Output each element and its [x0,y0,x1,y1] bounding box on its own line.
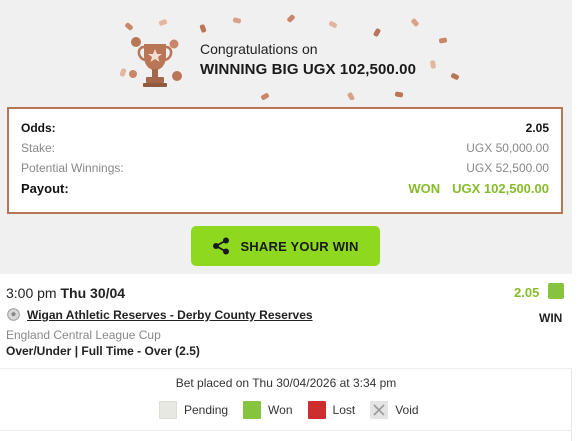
market-selection: Over/Under | Full Time - Over (2.5) [6,344,200,358]
confetti-piece [260,92,270,100]
confetti-piece [199,23,207,34]
legend-pending-label: Pending [184,403,229,417]
divider [0,430,572,431]
share-button-label: SHARE YOUR WIN [240,238,359,254]
legend-pending: Pending [159,401,228,419]
legend-void-label: Void [395,403,419,417]
event-time-value: 3:00 pm [6,285,57,301]
trophy-icon [127,34,183,92]
confetti-piece [158,18,168,27]
soccer-ball-icon [7,308,20,326]
legend-won-label: Won [268,403,293,417]
lost-swatch [307,401,326,419]
selection-result: WIN [539,311,563,325]
congrats-text: Congratulations on [200,41,318,57]
payout-value-group: WON UGX 102,500.00 [408,181,549,196]
league-name: England Central League Cup [6,328,161,342]
pending-swatch [159,401,177,419]
confetti-piece [438,37,448,44]
payout-value: UGX 102,500.00 [452,181,549,196]
won-swatch [243,401,262,419]
confetti-piece [124,22,134,31]
legend-void: Void [370,401,419,419]
potential-winnings-value: UGX 52,500.00 [466,161,549,175]
header-area: Congratulations on WINNING BIG UGX 102,5… [0,0,572,274]
void-swatch-icon [370,401,389,419]
status-legend: Pending Won Lost Void [159,401,434,419]
match-link[interactable]: Wigan Athletic Reserves - Derby County R… [27,308,313,322]
stake-row: Stake: UGX 50,000.00 [21,141,549,155]
potential-winnings-row: Potential Winnings: UGX 52,500.00 [21,161,549,175]
confetti-piece [450,72,460,81]
confetti-piece [232,17,242,24]
event-time: 3:00 pm Thu 30/04 [6,285,125,301]
stake-label: Stake: [21,141,56,155]
confetti-piece [372,27,382,38]
legend-won: Won [243,401,293,419]
bet-summary-box: Odds: 2.05 Stake: UGX 50,000.00 Potentia… [7,107,563,214]
legend-lost: Lost [307,401,356,419]
potential-winnings-label: Potential Winnings: [21,161,124,175]
won-status-square [548,283,564,299]
bet-placed-info: Bet placed on Thu 30/04/2026 at 3:34 pm [175,376,397,390]
confetti-piece [119,67,127,78]
bet-detail-panel: Congratulations on WINNING BIG UGX 102,5… [0,0,572,441]
congrats-banner: Congratulations on WINNING BIG UGX 102,5… [111,14,461,100]
odds-label: Odds: [21,121,56,135]
confetti-piece [346,91,356,100]
stake-value: UGX 50,000.00 [466,141,549,155]
confetti-piece [429,60,437,69]
odds-value: 2.05 [525,121,549,135]
confetti-piece [410,17,420,28]
confetti-piece [328,20,338,29]
bet-selection: 3:00 pm Thu 30/04 2.05 Wigan Athletic Re… [0,274,572,369]
winning-headline: WINNING BIG UGX 102,500.00 [200,61,417,78]
confetti-piece [394,91,404,98]
legend-lost-label: Lost [332,403,356,417]
event-day: Thu 30/04 [60,285,126,301]
selection-odds: 2.05 [514,285,540,300]
payout-label: Payout: [21,181,69,196]
share-your-win-button[interactable]: SHARE YOUR WIN [191,226,380,266]
confetti-piece [286,14,296,24]
odds-row: Odds: 2.05 [21,121,549,135]
payout-row: Payout: WON UGX 102,500.00 [21,181,549,196]
payout-status: WON [408,181,441,196]
share-icon [212,237,230,255]
